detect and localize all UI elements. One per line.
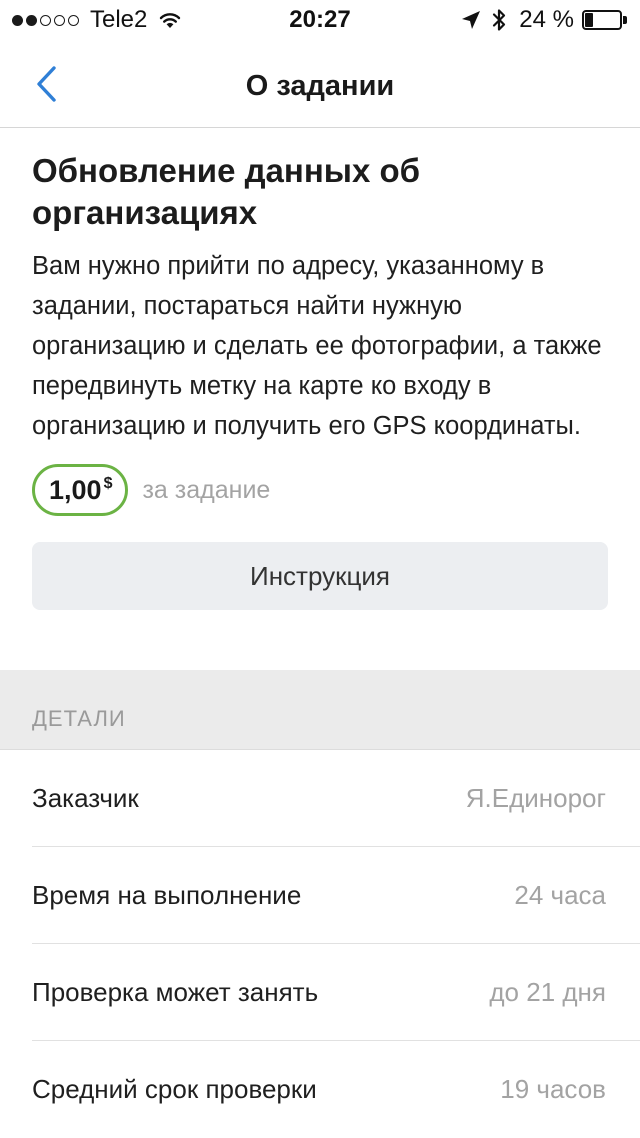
bluetooth-icon: [491, 8, 507, 32]
battery-fill: [585, 13, 593, 27]
details-header-label: ДЕТАЛИ: [32, 706, 126, 731]
location-arrow-icon: [461, 10, 481, 30]
battery-percentage: 24 %: [519, 6, 574, 33]
detail-row-customer: Заказчик Я.Единорог: [0, 750, 640, 847]
detail-value: до 21 дня: [489, 977, 606, 1007]
detail-value: 24 часа: [514, 880, 606, 910]
price-amount: 1,00: [49, 474, 102, 505]
instruction-button[interactable]: Инструкция: [32, 542, 608, 610]
detail-value: Я.Единорог: [465, 783, 606, 813]
task-content: Обновление данных об организациях Вам ну…: [32, 150, 612, 610]
task-title: Обновление данных об организациях: [32, 152, 421, 231]
price-currency: $: [103, 475, 113, 492]
detail-label: Время на выполнение: [32, 880, 302, 910]
price-caption: за задание: [142, 475, 271, 504]
price-badge: 1,00 $: [32, 464, 129, 516]
page-title: О задании: [245, 70, 395, 102]
detail-value: 19 часов: [500, 1074, 606, 1104]
detail-label: Заказчик: [32, 783, 139, 813]
detail-row-review-duration: Проверка может занять до 21 дня: [0, 944, 640, 1041]
detail-label: Средний срок проверки: [32, 1074, 317, 1104]
detail-row-average-review: Средний срок проверки 19 часов: [0, 1041, 640, 1138]
details-list: Заказчик Я.Единорог Время на выполнение …: [0, 750, 640, 1138]
price-row: 1,00 $ за задание: [32, 464, 612, 516]
navigation-bar: О задании: [0, 40, 640, 128]
status-bar-right: 24 %: [461, 0, 628, 40]
battery-icon: [582, 10, 628, 30]
status-bar: Tele2 20:27 24 %: [0, 0, 640, 40]
detail-row-time-limit: Время на выполнение 24 часа: [0, 847, 640, 944]
details-section-header: ДЕТАЛИ: [0, 670, 640, 750]
task-description: Вам нужно прийти по адресу, указанному в…: [32, 252, 602, 440]
detail-label: Проверка может занять: [32, 977, 319, 1007]
